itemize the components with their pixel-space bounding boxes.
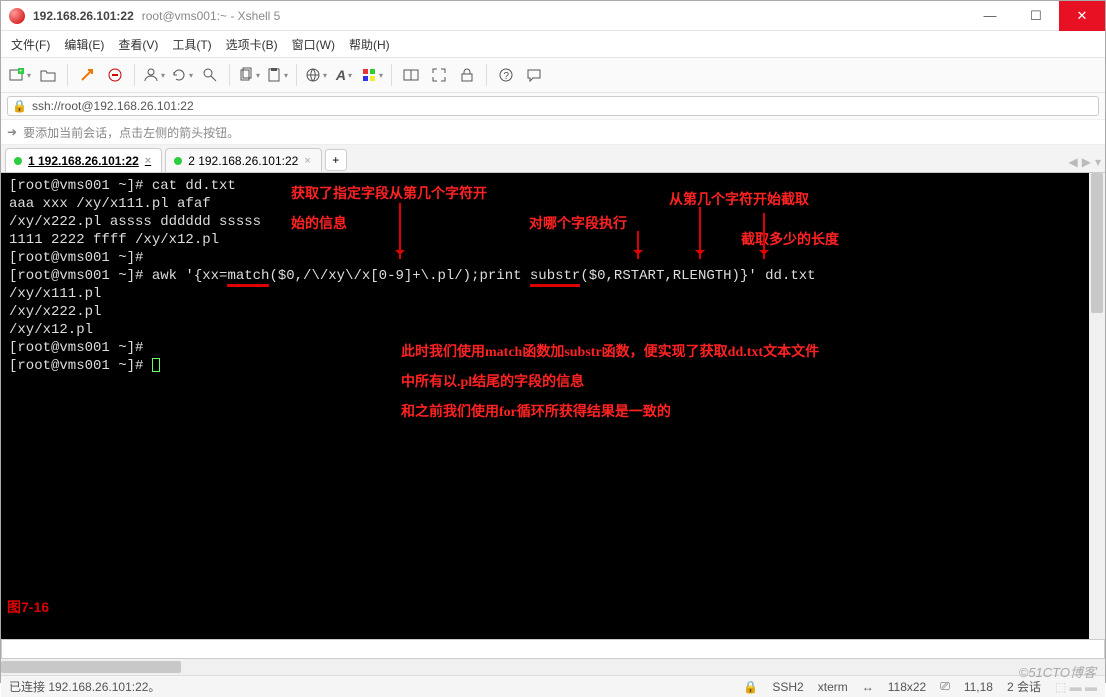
open-session-button[interactable] [35,62,61,88]
session-tab-2[interactable]: 2 192.168.26.101:22 × [165,148,322,172]
layout-button[interactable] [398,62,424,88]
address-input[interactable]: 🔒 ssh://root@192.168.26.101:22 [7,96,1099,116]
svg-text:+: + [19,69,23,75]
arrow-a2 [637,231,639,259]
figure-number: 图7-16 [7,597,49,617]
arrow-a3 [699,207,701,259]
search-icon [202,67,218,83]
command-input[interactable] [1,639,1105,659]
disconnect-button[interactable] [102,62,128,88]
lock-icon: 🔒 [12,99,27,113]
terminal-wrapper: [root@vms001 ~]# cat dd.txt aaa xxx /xy/… [1,173,1105,639]
close-button[interactable]: ✕ [1059,1,1105,31]
hint-text: 要添加当前会话，点击左侧的箭头按钮。 [23,124,239,141]
address-value: ssh://root@192.168.26.101:22 [32,99,194,113]
lock-button[interactable] [454,62,480,88]
status-dot-icon [14,157,22,165]
menu-tools[interactable]: 工具(T) [172,36,211,53]
menu-window[interactable]: 窗口(W) [292,36,335,53]
arrow-a1 [399,203,401,259]
fullscreen-button[interactable] [426,62,452,88]
annotation-b1: 此时我们使用match函数加substr函数，便实现了获取dd.txt文本文件 [401,341,819,361]
window-titlebar: 192.168.26.101:22 root@vms001:~ - Xshell… [1,1,1105,31]
annotation-a3: 从第几个字符开始截取 [669,189,809,209]
color-button[interactable] [359,62,385,88]
status-size: 118x22 [888,680,926,694]
substr-keyword: substr [530,268,580,287]
match-keyword: match [227,268,269,287]
profile-button[interactable] [141,62,167,88]
status-protocol: SSH2 [772,680,803,694]
menu-file[interactable]: 文件(F) [11,36,50,53]
annotation-a4: 截取多少的长度 [741,229,839,249]
maximize-button[interactable]: ☐ [1013,1,1059,31]
help-button[interactable]: ? [493,62,519,88]
menu-view[interactable]: 查看(V) [118,36,158,53]
menu-help[interactable]: 帮助(H) [349,36,390,53]
terminal-cursor [152,358,160,372]
session-tab-1[interactable]: 1 192.168.26.101:22 × [5,148,162,172]
tab-bar: 1 192.168.26.101:22 × 2 192.168.26.101:2… [1,145,1105,173]
terminal-vscrollbar[interactable] [1089,173,1105,639]
status-size-icon: ↔ [862,680,874,694]
status-bar: 已连接 192.168.26.101:22。 🔒 SSH2 xterm ↔ 11… [1,675,1105,697]
annotation-b3: 和之前我们使用for循环所获得结果是一致的 [401,401,671,421]
tab-nav: ◀ ▶ ▾ [1069,155,1102,169]
search-button[interactable] [197,62,223,88]
status-cursor-icon: ⎚ [940,679,950,694]
new-tab-button[interactable]: + [325,149,347,171]
hint-arrow-icon[interactable]: ➜ [7,125,17,139]
menu-bar: 文件(F) 编辑(E) 查看(V) 工具(T) 选项卡(B) 窗口(W) 帮助(… [1,31,1105,57]
app-icon [9,8,25,24]
minimize-button[interactable]: — [967,1,1013,31]
status-caps-icon: ⬚ ▬ ▬ [1055,680,1097,694]
refresh-button[interactable] [169,62,195,88]
paste-button[interactable] [264,62,290,88]
status-sessions: 2 会话 [1007,678,1041,695]
terminal-hscrollbar[interactable] [1,659,1105,675]
toolbar: + A ? [1,57,1105,93]
copy-button[interactable] [236,62,262,88]
status-term: xterm [818,680,848,694]
menu-tab[interactable]: 选项卡(B) [226,36,278,53]
status-connection: 已连接 192.168.26.101:22。 [9,678,160,695]
annotation-a1-line1: 获取了指定字段从第几个字符开 [291,183,487,203]
tab-close-icon[interactable]: × [145,155,151,167]
globe-icon [305,67,321,83]
status-dot-icon [174,157,182,165]
tab-list-icon[interactable]: ▾ [1095,155,1101,169]
address-bar: 🔒 ssh://root@192.168.26.101:22 [1,93,1105,119]
lock-icon [459,67,475,83]
connect-button[interactable] [74,62,100,88]
status-cursor: 11,18 [964,680,993,694]
network-button[interactable] [303,62,329,88]
tab-label: 2 192.168.26.101:22 [188,154,298,168]
new-session-button[interactable]: + [7,62,33,88]
menu-edit[interactable]: 编辑(E) [64,36,104,53]
status-lock-icon: 🔒 [743,680,758,694]
svg-text:?: ? [504,71,510,82]
window-title-sub: root@vms001:~ - Xshell 5 [142,9,281,23]
font-button[interactable]: A [331,62,357,88]
annotation-b2: 中所有以.pl结尾的字段的信息 [401,371,584,391]
window-title-main: 192.168.26.101:22 [33,9,134,23]
tab-prev-icon[interactable]: ◀ [1069,155,1078,169]
arrow-a4 [763,213,765,259]
tab-next-icon[interactable]: ▶ [1082,155,1091,169]
hint-bar: ➜ 要添加当前会话，点击左侧的箭头按钮。 [1,119,1105,145]
tab-close-icon[interactable]: × [304,155,310,167]
annotation-a2: 对哪个字段执行 [529,213,627,233]
tab-label: 1 192.168.26.101:22 [28,154,139,168]
chat-button[interactable] [521,62,547,88]
annotation-a1-line2: 始的信息 [291,213,347,233]
